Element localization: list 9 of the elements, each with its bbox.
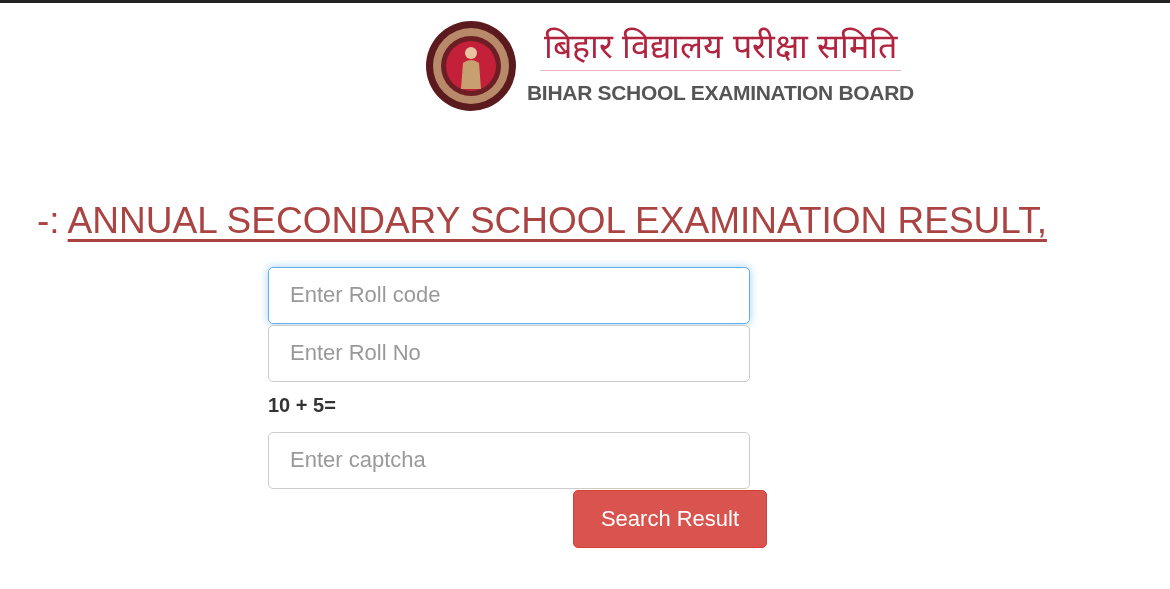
- board-title-hindi: बिहार विद्यालय परीक्षा समिति: [539, 23, 902, 71]
- heading-prefix: -:: [37, 199, 60, 243]
- text-field[interactable]: Enter Roll code: [268, 266, 750, 324]
- result-link[interactable]: ANNUAL SECONDARY SCHOOL EXAMINATION RESULT,: [67, 193, 1047, 249]
- text-field[interactable]: Enter Roll No: [268, 324, 750, 382]
- board-title: BIHAR SCHOOL EXAMINATION BOARD: [527, 79, 914, 106]
- captcha-question: 10 + 5=: [268, 392, 337, 418]
- search-result-button[interactable]: Search Result: [573, 489, 767, 548]
- text-field[interactable]: Enter captcha: [268, 431, 750, 489]
